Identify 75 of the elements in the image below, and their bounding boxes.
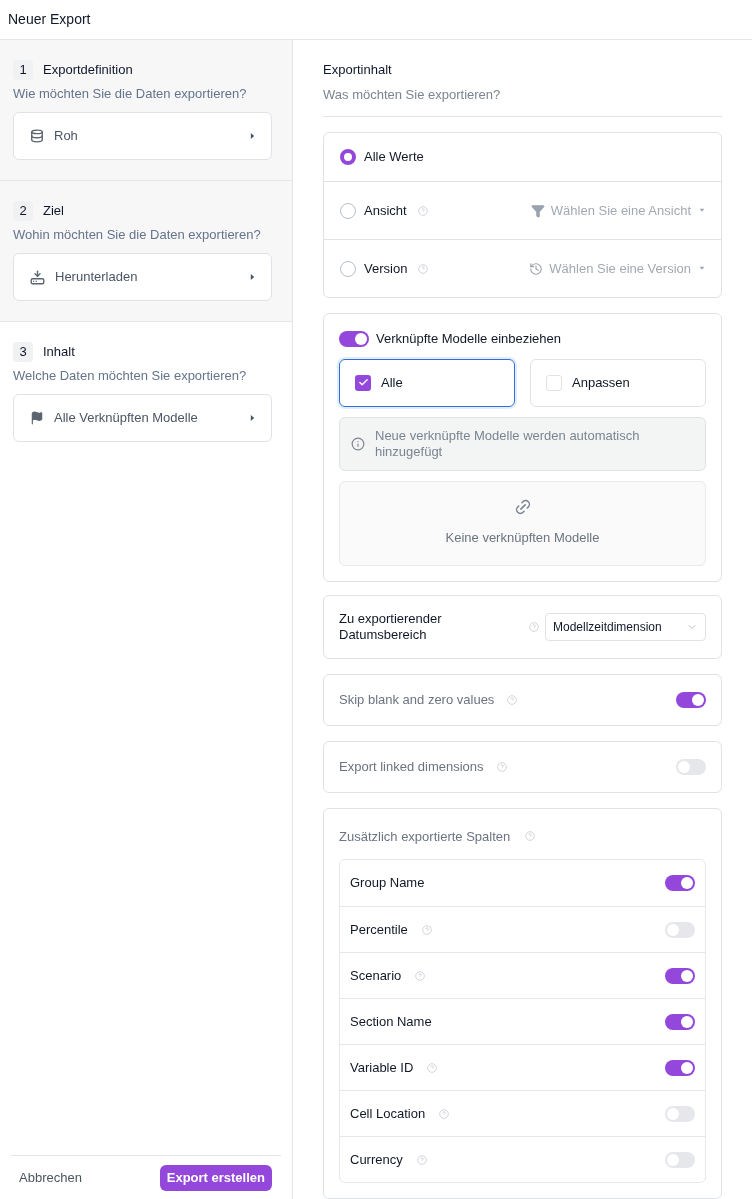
- section-subtitle: Was möchten Sie exportieren?: [323, 85, 502, 104]
- toggle-switch[interactable]: [665, 1151, 695, 1168]
- flag-icon: [30, 411, 44, 425]
- column-label: Cell Location: [350, 1104, 426, 1123]
- checkbox[interactable]: [546, 374, 562, 391]
- filter-icon: [530, 203, 545, 218]
- caret-icon: [699, 265, 705, 272]
- step-question: Wie möchten Sie die Daten exportieren?: [13, 86, 248, 102]
- caret-icon: [250, 273, 255, 281]
- caret-icon: [250, 414, 255, 422]
- radio-button[interactable]: [340, 149, 356, 165]
- toggle-switch[interactable]: [665, 1059, 695, 1076]
- toggle-switch[interactable]: [665, 1013, 695, 1030]
- step-select[interactable]: Herunterladen: [13, 253, 272, 301]
- toggle-label: Verknüpfte Modelle einbeziehen: [376, 330, 562, 348]
- info-text: Neue verknüpfte Modelle werden automatisch hinzugefügt: [375, 427, 641, 460]
- help-icon[interactable]: [507, 694, 518, 705]
- help-icon[interactable]: [417, 205, 428, 216]
- step-question: Wohin möchten Sie die Daten exportieren?: [13, 227, 262, 243]
- toggle-switch[interactable]: [339, 330, 369, 347]
- column-label: Percentile: [350, 920, 408, 939]
- setting-label: Export linked dimensions: [339, 757, 484, 776]
- radio-button[interactable]: [340, 202, 356, 219]
- download-icon: [30, 269, 45, 285]
- info-icon: [351, 436, 365, 451]
- checkbox[interactable]: [355, 374, 371, 391]
- help-icon[interactable]: [418, 263, 429, 274]
- help-icon[interactable]: [416, 1154, 427, 1165]
- help-icon[interactable]: [427, 1062, 438, 1073]
- choice-card[interactable]: Alle: [339, 358, 515, 407]
- database-icon: [30, 129, 44, 143]
- column-label: Variable ID: [350, 1058, 414, 1077]
- setting-label: Skip blank and zero values: [339, 690, 495, 709]
- help-icon[interactable]: [421, 924, 432, 935]
- empty-text: Keine verknüpften Modelle: [445, 529, 600, 548]
- date-range-select[interactable]: Modellzeitdimension: [545, 612, 706, 641]
- column-label: Currency: [350, 1150, 403, 1169]
- step-title: Exportdefinition: [43, 61, 133, 80]
- help-icon[interactable]: [525, 831, 536, 842]
- step-title: Inhalt: [43, 343, 75, 362]
- toggle-switch[interactable]: [665, 1105, 695, 1122]
- history-icon: [529, 261, 544, 276]
- window-title: Neuer Export: [8, 10, 91, 29]
- option-label[interactable]: Version: [364, 258, 408, 279]
- caret-icon: [250, 132, 255, 140]
- help-icon[interactable]: [529, 621, 539, 632]
- step-select[interactable]: Roh: [13, 112, 272, 160]
- choice-card[interactable]: Anpassen: [530, 358, 706, 407]
- extra-columns-title: Zusätzlich exportierte Spalten: [339, 827, 511, 846]
- create-export-button[interactable]: Export erstellen: [159, 1164, 272, 1191]
- column-label: Section Name: [350, 1012, 432, 1031]
- toggle-switch[interactable]: [665, 921, 695, 938]
- radio-button[interactable]: [340, 260, 356, 277]
- help-icon[interactable]: [415, 970, 426, 981]
- step-number: 2: [13, 201, 33, 221]
- option-label[interactable]: Ansicht: [364, 200, 407, 221]
- step-number: 1: [13, 60, 33, 80]
- section-title: Exportinhalt: [323, 61, 393, 79]
- option-label[interactable]: Alle Werte: [364, 147, 424, 167]
- toggle-switch[interactable]: [665, 967, 695, 984]
- toggle-switch[interactable]: [676, 691, 706, 708]
- column-label: Scenario: [350, 966, 402, 985]
- check-icon: [357, 377, 369, 388]
- step-number: 3: [13, 342, 33, 362]
- step-select[interactable]: Alle Verknüpften Modelle: [13, 394, 272, 442]
- help-icon[interactable]: [496, 761, 507, 772]
- toggle-switch[interactable]: [676, 758, 706, 775]
- date-range-label: Zu exportierender Datumsbereich: [339, 610, 443, 643]
- toggle-switch[interactable]: [665, 875, 695, 891]
- help-icon[interactable]: [439, 1108, 450, 1119]
- column-label: Group Name: [350, 874, 425, 893]
- step-question: Welche Daten möchten Sie exportieren?: [13, 368, 248, 384]
- caret-icon: [699, 207, 705, 214]
- step-title: Ziel: [43, 202, 64, 221]
- cancel-button[interactable]: Abbrechen: [19, 1167, 82, 1188]
